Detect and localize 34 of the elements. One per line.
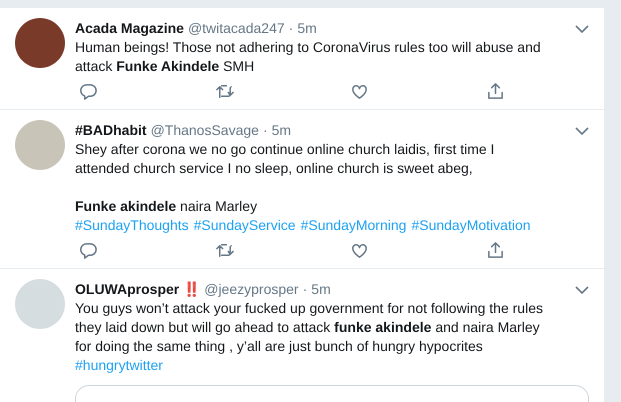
separator-dot: · <box>262 121 268 140</box>
user-handle[interactable]: @twitacada247 <box>188 18 285 38</box>
share-icon[interactable] <box>486 82 505 101</box>
reply-icon[interactable] <box>79 241 98 260</box>
user-name[interactable]: Acada Magazine <box>75 18 184 38</box>
retweet-icon[interactable] <box>214 82 234 101</box>
heart-icon[interactable] <box>350 241 370 260</box>
tweet-time[interactable]: 5m <box>297 18 317 38</box>
chevron-down-icon[interactable] <box>575 126 589 136</box>
hashtag-link[interactable]: #SundayMotivation <box>411 216 531 235</box>
tweet-text: You guys won’t attack your fucked up government for not following the rules they laid down but will go ahead to attack funke akindele and naira Marley for doing the same thing , y’all are just bunch of hungry hypocrites <box>75 299 544 356</box>
hashtag-link[interactable]: #SundayMorning <box>300 216 406 235</box>
avatar-photo-placeholder[interactable] <box>15 18 65 68</box>
user-handle[interactable]: @jeezyprosper <box>204 279 299 299</box>
chevron-down-icon[interactable] <box>575 24 589 34</box>
hashtag-link[interactable]: #SundayThoughts <box>75 216 189 235</box>
tweet-time[interactable]: 5m <box>272 120 292 140</box>
tweet-text: Shey after corona we no go continue online church laidis, first time I attended church service I no sleep, online church is sweet abeg, <box>75 140 496 178</box>
user-name[interactable]: OLUWAprosper <box>75 279 180 299</box>
heart-icon[interactable] <box>350 82 370 101</box>
double-exclamation-emoji: ‼ <box>183 280 200 299</box>
tweet-text: Funke akindele naira Marley <box>75 197 258 216</box>
retweet-icon[interactable] <box>214 241 234 260</box>
tweet-time[interactable]: 5m <box>311 279 331 299</box>
reply-icon[interactable] <box>79 82 98 101</box>
separator-dot: · <box>302 280 308 299</box>
share-icon[interactable] <box>486 241 505 260</box>
separator-dot: · <box>288 19 294 38</box>
hashtag-link[interactable]: #hungrytwitter <box>75 356 163 375</box>
user-name[interactable]: #BADhabit <box>75 120 147 140</box>
tweet-text: Human beings! Those not adhering to CoronaVirus rules too will abuse and attack Funke Akindele SMH <box>75 38 542 76</box>
user-handle[interactable]: @ThanosSavage <box>150 120 259 140</box>
chevron-down-icon[interactable] <box>575 286 589 295</box>
hashtag-link[interactable]: #SundayService <box>194 216 296 235</box>
